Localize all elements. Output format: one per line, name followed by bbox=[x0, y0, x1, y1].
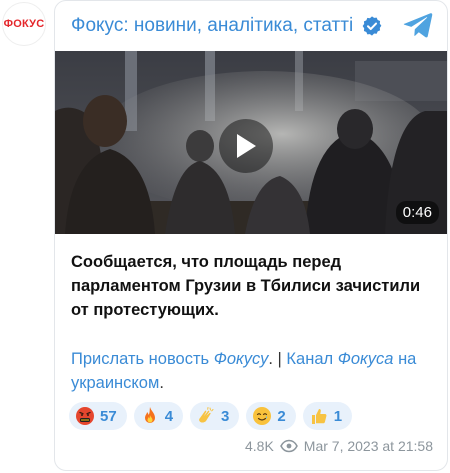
view-count: 4.8K bbox=[244, 438, 274, 454]
avatar-logo-text: ФОКУС bbox=[3, 18, 45, 30]
play-icon bbox=[237, 134, 256, 158]
reaction-clap[interactable]: 3 bbox=[190, 402, 240, 430]
reactions-bar: 57 4 3 2 1 bbox=[69, 402, 353, 430]
message-header: Фокус: новини, аналітика, статті bbox=[55, 1, 447, 49]
cursing-face-icon bbox=[76, 407, 94, 425]
fire-icon bbox=[144, 407, 155, 423]
reaction-fire[interactable]: 4 bbox=[133, 402, 184, 430]
reaction-count: 3 bbox=[221, 407, 230, 425]
telegram-icon[interactable] bbox=[403, 12, 433, 38]
reaction-count: 2 bbox=[277, 407, 286, 425]
message-card: Фокус: новини, аналітика, статті 0:46 Со… bbox=[54, 0, 448, 471]
video-duration: 0:46 bbox=[395, 201, 439, 224]
reaction-count: 1 bbox=[333, 407, 343, 425]
reaction-count: 57 bbox=[100, 407, 117, 425]
reaction-thumbs-up[interactable]: 1 bbox=[302, 402, 353, 430]
smiling-face-with-tear-icon bbox=[253, 407, 272, 425]
play-button[interactable] bbox=[219, 119, 273, 173]
thumbs-up-icon bbox=[311, 409, 327, 424]
reaction-cursing[interactable]: 57 bbox=[69, 402, 127, 430]
channel-avatar[interactable]: ФОКУС bbox=[2, 2, 46, 46]
clapping-hands-icon bbox=[199, 407, 214, 423]
verified-badge-icon bbox=[362, 16, 382, 36]
message-footer: 4.8K Mar 7, 2023 at 21:58 bbox=[245, 437, 433, 455]
submit-news-link[interactable]: Прислать новость Фокусу bbox=[71, 350, 268, 368]
video-player[interactable]: 0:46 bbox=[55, 51, 447, 234]
link-end-period: . bbox=[159, 374, 164, 392]
post-date: Mar 7, 2023 at 21:58 bbox=[303, 438, 433, 454]
message-links: Прислать новость Фокусу. | Канал Фокуса … bbox=[71, 347, 431, 395]
link-period: . bbox=[268, 350, 278, 368]
eye-icon bbox=[279, 439, 298, 453]
reaction-count: 4 bbox=[164, 407, 174, 425]
message-text: Сообщается, что площадь перед парламенто… bbox=[71, 253, 421, 319]
reaction-tear-smile[interactable]: 2 bbox=[246, 402, 296, 430]
channel-title[interactable]: Фокус: новини, аналітика, статті bbox=[71, 15, 353, 37]
